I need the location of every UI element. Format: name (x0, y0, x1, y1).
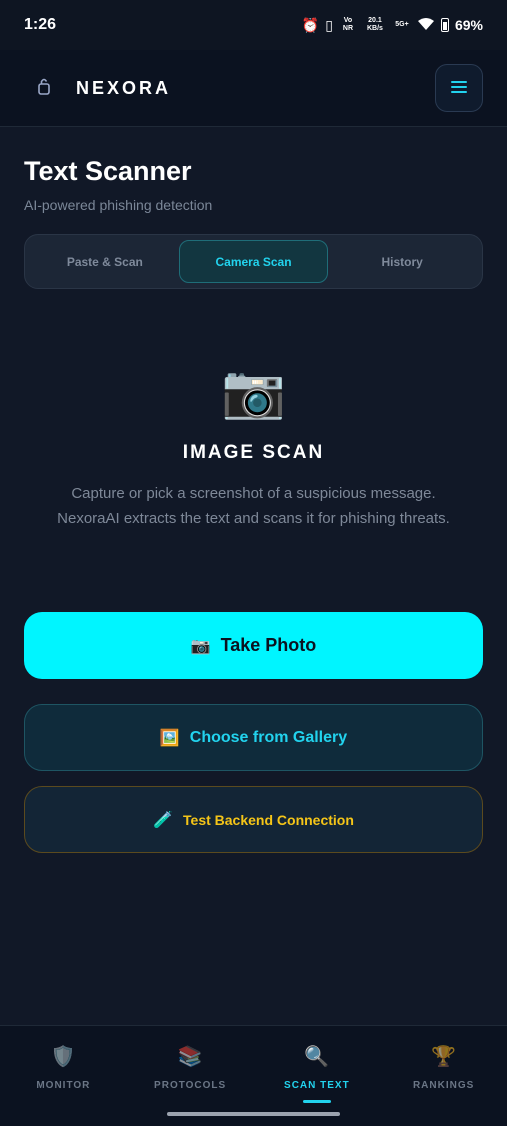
scan-heading: IMAGE SCAN (182, 442, 325, 463)
magnifier-icon: 🔍 (304, 1046, 330, 1068)
gesture-handle[interactable] (167, 1112, 340, 1116)
volte-icon: Vo NR (342, 17, 354, 32)
status-bar: 1:26 ⏰ ▯ Vo NR 20.1 KB/s 5G+ 69% (0, 0, 507, 50)
brand-name: NEXORA (76, 77, 172, 98)
page-subtitle: AI-powered phishing detection (24, 197, 213, 213)
picture-icon: 🖼️ (159, 729, 180, 747)
alarm-icon: ⏰ (301, 16, 320, 33)
nav-item-scan-text[interactable]: 🔍 SCAN TEXT (254, 1026, 381, 1105)
camera-icon: 📷 (221, 363, 286, 421)
tab-paste-scan[interactable]: Paste & Scan (31, 240, 179, 283)
data-speed-icon: 20.1 KB/s (366, 17, 383, 32)
status-icons: ⏰ ▯ Vo NR 20.1 KB/s 5G+ 69% (302, 17, 483, 34)
choose-gallery-label: Choose from Gallery (189, 728, 348, 746)
tab-history[interactable]: History (328, 240, 476, 283)
wifi-icon (417, 17, 435, 34)
nav-label-rankings: RANKINGS (412, 1080, 475, 1091)
status-time: 1:26 (24, 16, 57, 33)
tab-camera-scan[interactable]: Camera Scan (178, 240, 329, 283)
test-backend-button[interactable]: 🧪 Test Backend Connection (24, 786, 483, 853)
camera-icon: 📷 (190, 637, 211, 655)
take-photo-label: Take Photo (220, 635, 317, 655)
page-title: Text Scanner (24, 156, 192, 186)
app-header: NEXORA (0, 50, 507, 127)
nav-label-monitor: MONITOR (36, 1080, 91, 1091)
scan-description: Capture or pick a screenshot of a suspic… (57, 485, 450, 527)
scan-mode-tabs: Paste & Scan Camera Scan History (24, 234, 483, 289)
lock-icon (38, 77, 52, 100)
choose-gallery-button[interactable]: 🖼️ Choose from Gallery (24, 704, 483, 771)
books-icon: 📚 (177, 1046, 203, 1068)
take-photo-button[interactable]: 📷 Take Photo (24, 612, 483, 679)
bottom-nav: 🛡️ MONITOR 📚 PROTOCOLS 🔍 SCAN TEXT 🏆 RAN… (0, 1025, 507, 1105)
nav-item-monitor[interactable]: 🛡️ MONITOR (0, 1026, 127, 1105)
menu-button[interactable] (435, 64, 483, 112)
nav-item-protocols[interactable]: 📚 PROTOCOLS (127, 1026, 254, 1105)
trophy-icon: 🏆 (431, 1046, 457, 1068)
battery-icon (440, 18, 449, 32)
gesture-area (0, 1105, 507, 1126)
shield-icon: 🛡️ (50, 1046, 76, 1068)
signal-icon: 5G+ (395, 21, 409, 28)
nav-item-rankings[interactable]: 🏆 RANKINGS (380, 1026, 507, 1105)
test-tube-icon: 🧪 (153, 811, 174, 829)
active-nav-indicator (302, 1100, 331, 1103)
nav-label-protocols: PROTOCOLS (154, 1080, 227, 1091)
vibrate-icon: ▯ (325, 16, 333, 33)
test-backend-label: Test Backend Connection (183, 811, 354, 828)
nav-label-scan-text: SCAN TEXT (284, 1080, 350, 1091)
battery-percent: 69% (454, 17, 483, 33)
hamburger-icon (450, 75, 468, 101)
